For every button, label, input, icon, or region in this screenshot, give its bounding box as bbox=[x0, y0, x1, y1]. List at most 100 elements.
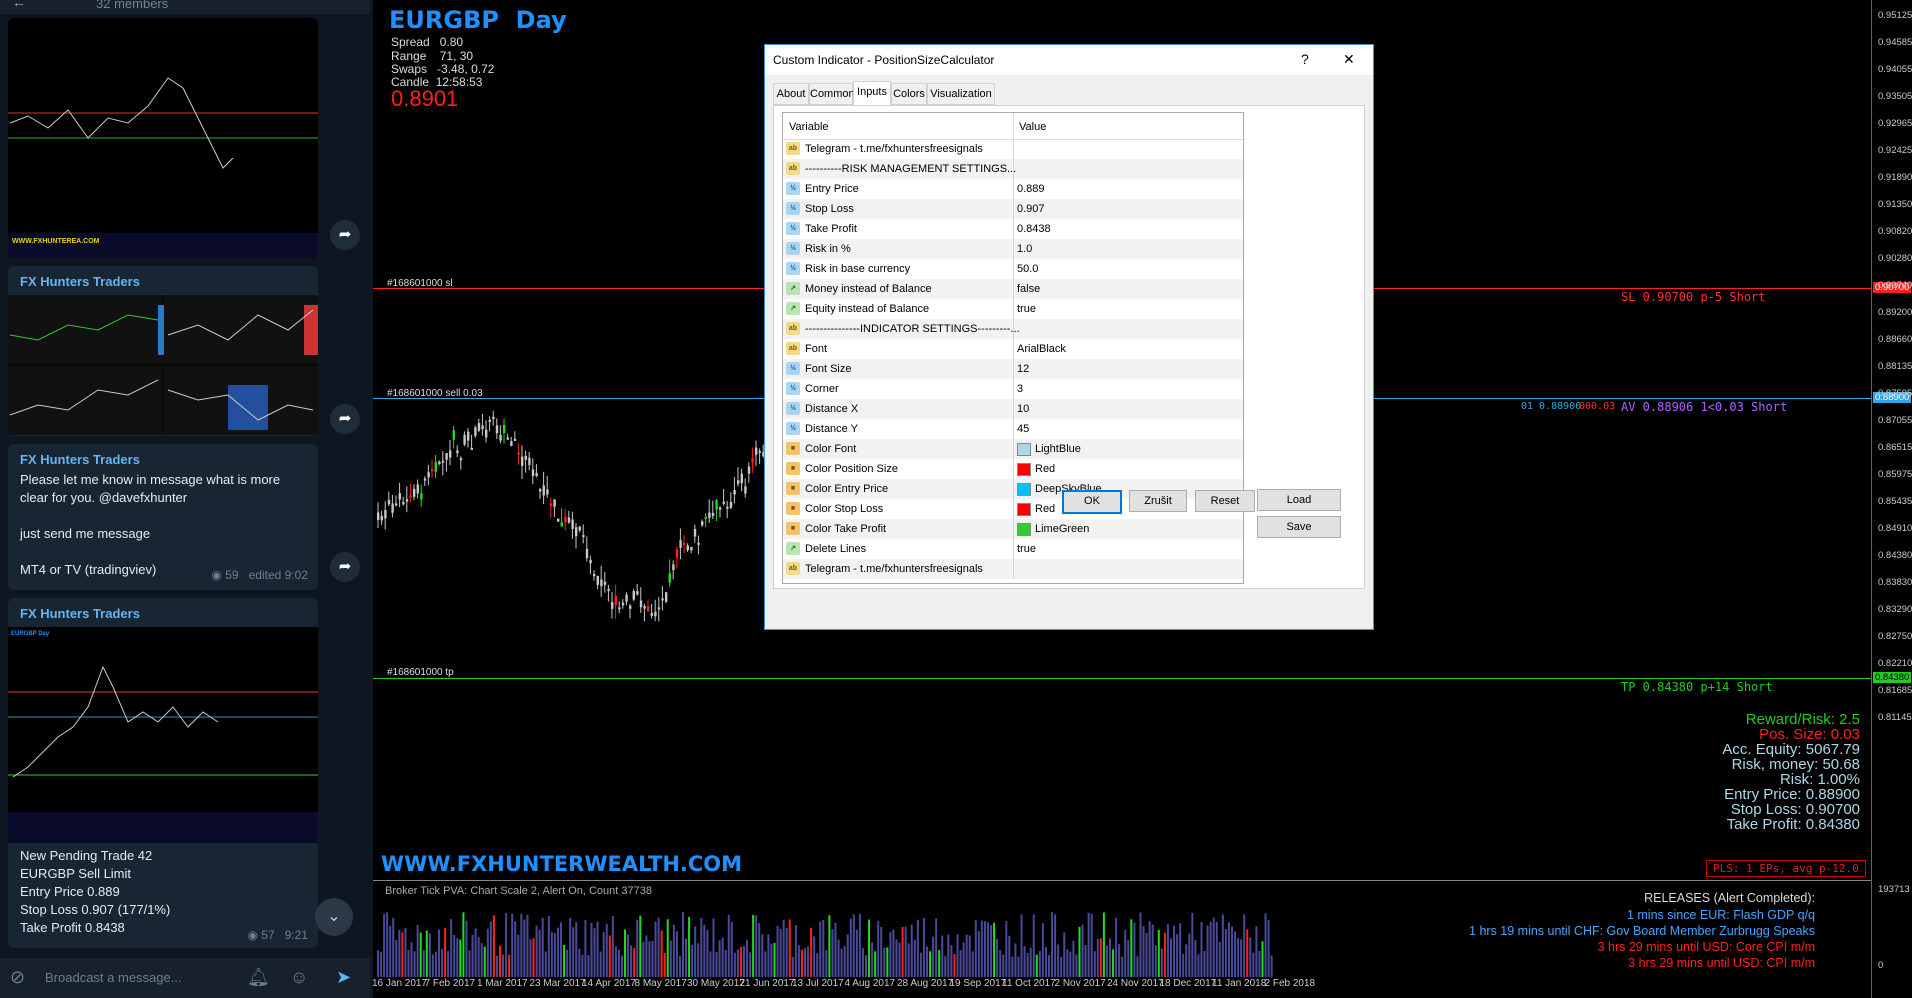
help-button[interactable]: ? bbox=[1301, 51, 1309, 67]
reset-button[interactable]: Reset bbox=[1195, 490, 1255, 512]
range-label: Range bbox=[391, 49, 427, 63]
tab-inputs[interactable]: Inputs bbox=[853, 81, 891, 106]
value-cell[interactable]: 0.8438 bbox=[1015, 219, 1235, 239]
color-swatch[interactable] bbox=[1017, 443, 1031, 456]
value-cell[interactable]: true bbox=[1015, 539, 1235, 559]
load-button[interactable]: Load bbox=[1257, 489, 1341, 511]
tab-colors[interactable]: Colors bbox=[891, 83, 927, 105]
value-cell[interactable]: 3 bbox=[1015, 379, 1235, 399]
forward-button[interactable]: ➦ bbox=[330, 220, 360, 250]
value-cell[interactable]: LimeGreen bbox=[1015, 519, 1235, 539]
send-icon[interactable]: ➤ bbox=[336, 967, 351, 988]
bell-icon[interactable]: 🔔︎ bbox=[247, 967, 270, 988]
chart-screenshot[interactable]: EURGBP Day bbox=[8, 627, 318, 843]
tab-about[interactable]: About bbox=[773, 83, 809, 105]
volume-bar bbox=[532, 938, 535, 977]
value-cell[interactable] bbox=[1015, 559, 1235, 579]
input-row[interactable]: ab Font ArialBlack bbox=[783, 339, 1243, 359]
take-profit-line[interactable] bbox=[373, 678, 1871, 679]
emoji-icon[interactable]: ☺ bbox=[290, 967, 308, 988]
candle-body bbox=[647, 606, 650, 612]
value-cell[interactable] bbox=[1015, 319, 1235, 339]
candle-body bbox=[704, 516, 707, 519]
input-row[interactable]: ab Telegram - t.me/fxhuntersfreesignals bbox=[783, 139, 1243, 159]
input-row[interactable]: ab Telegram - t.me/fxhuntersfreesignals bbox=[783, 559, 1243, 579]
message-sender[interactable]: FX Hunters Traders bbox=[8, 266, 318, 289]
dialog-titlebar[interactable]: Custom Indicator - PositionSizeCalculato… bbox=[765, 45, 1373, 75]
input-row[interactable]: ½ Entry Price 0.889 bbox=[783, 179, 1243, 199]
current-price: 0.8901 bbox=[391, 86, 459, 111]
input-row[interactable]: ½ Font Size 12 bbox=[783, 359, 1243, 379]
input-row[interactable]: ↗ Equity instead of Balance true bbox=[783, 299, 1243, 319]
volume-bar bbox=[1002, 954, 1005, 977]
forward-button[interactable]: ➦ bbox=[330, 552, 360, 582]
value-cell[interactable]: 10 bbox=[1015, 399, 1235, 419]
color-swatch[interactable] bbox=[1017, 463, 1031, 476]
input-row[interactable]: ½ Corner 3 bbox=[783, 379, 1243, 399]
input-row[interactable]: ↗ Delete Lines true bbox=[783, 539, 1243, 559]
input-row[interactable]: ½ Risk in base currency 50.0 bbox=[783, 259, 1243, 279]
tab-visualization[interactable]: Visualization bbox=[927, 83, 995, 105]
value-cell[interactable] bbox=[1015, 139, 1235, 159]
broadcast-input[interactable]: Broadcast a message... bbox=[45, 970, 182, 985]
variable-column-header[interactable]: Variable bbox=[789, 121, 829, 133]
volume-bar bbox=[682, 912, 684, 977]
scroll-down-button[interactable]: ⌄ bbox=[315, 898, 353, 936]
volume-bar bbox=[517, 934, 520, 977]
value-cell[interactable]: true bbox=[1015, 299, 1235, 319]
chart-collage[interactable] bbox=[8, 295, 318, 435]
input-row[interactable]: ab ---------------INDICATOR SETTINGS-----… bbox=[783, 319, 1243, 339]
attach-icon[interactable]: ⊘ bbox=[10, 967, 25, 988]
volume-bar bbox=[983, 921, 986, 977]
input-row[interactable]: ½ Distance X 10 bbox=[783, 399, 1243, 419]
grid-header: Variable Value bbox=[783, 113, 1243, 140]
value-cell[interactable]: 50.0 bbox=[1015, 259, 1235, 279]
back-arrow-icon[interactable]: ← bbox=[12, 0, 26, 10]
input-row[interactable]: ■ Color Take Profit LimeGreen bbox=[783, 519, 1243, 539]
message-sender[interactable]: FX Hunters Traders bbox=[8, 598, 318, 621]
volume-bar bbox=[1038, 951, 1041, 977]
input-row[interactable]: ½ Take Profit 0.8438 bbox=[783, 219, 1243, 239]
message-sender[interactable]: FX Hunters Traders bbox=[8, 444, 318, 467]
value-cell[interactable]: false bbox=[1015, 279, 1235, 299]
input-row[interactable]: ab ----------RISK MANAGEMENT SETTINGS... bbox=[783, 159, 1243, 179]
volume-bar bbox=[980, 920, 983, 977]
volume-bar bbox=[624, 929, 627, 977]
value-cell[interactable]: LightBlue bbox=[1015, 439, 1235, 459]
value-cell[interactable]: 45 bbox=[1015, 419, 1235, 439]
value-cell[interactable]: 0.889 bbox=[1015, 179, 1235, 199]
input-row[interactable]: ↗ Money instead of Balance false bbox=[783, 279, 1243, 299]
value-column-header[interactable]: Value bbox=[1019, 121, 1046, 133]
input-row[interactable]: ½ Stop Loss 0.907 bbox=[783, 199, 1243, 219]
column-divider[interactable] bbox=[1013, 113, 1014, 139]
ok-button[interactable]: OK bbox=[1062, 490, 1122, 514]
volume-bar bbox=[602, 931, 605, 977]
value-cell[interactable]: 1.0 bbox=[1015, 239, 1235, 259]
volume-bar bbox=[1240, 939, 1243, 977]
volume-bar bbox=[502, 954, 505, 977]
value-cell[interactable]: ArialBlack bbox=[1015, 339, 1235, 359]
candle-body bbox=[582, 535, 585, 538]
candle-body bbox=[416, 484, 419, 494]
value-cell[interactable]: Red bbox=[1015, 459, 1235, 479]
input-row[interactable]: ■ Color Position Size Red bbox=[783, 459, 1243, 479]
forward-button[interactable]: ➦ bbox=[330, 404, 360, 434]
color-swatch[interactable] bbox=[1017, 483, 1031, 496]
chart-thumbnail[interactable]: WWW.FXHUNTEREA.COM bbox=[8, 18, 318, 258]
price-axis[interactable]: 0.90700 0.88900 0.84380 193713 0 0.95125… bbox=[1871, 0, 1912, 998]
color-swatch[interactable] bbox=[1017, 503, 1031, 516]
cancel-button[interactable]: Zrušit bbox=[1129, 490, 1187, 512]
candle-body bbox=[463, 434, 466, 445]
value-cell[interactable]: 0.907 bbox=[1015, 199, 1235, 219]
input-row[interactable]: ■ Color Font LightBlue bbox=[783, 439, 1243, 459]
tab-common[interactable]: Common bbox=[809, 83, 855, 105]
input-row[interactable]: ½ Distance Y 45 bbox=[783, 419, 1243, 439]
input-row[interactable]: ½ Risk in % 1.0 bbox=[783, 239, 1243, 259]
value-cell[interactable]: 12 bbox=[1015, 359, 1235, 379]
close-button[interactable]: ✕ bbox=[1343, 51, 1355, 68]
save-button[interactable]: Save bbox=[1257, 516, 1341, 538]
value-cell[interactable] bbox=[1015, 159, 1235, 179]
color-swatch[interactable] bbox=[1017, 523, 1031, 536]
price-label: 0.81145 bbox=[1878, 712, 1912, 723]
inputs-grid[interactable]: Variable Value ab Telegram - t.me/fxhunte… bbox=[782, 112, 1244, 584]
